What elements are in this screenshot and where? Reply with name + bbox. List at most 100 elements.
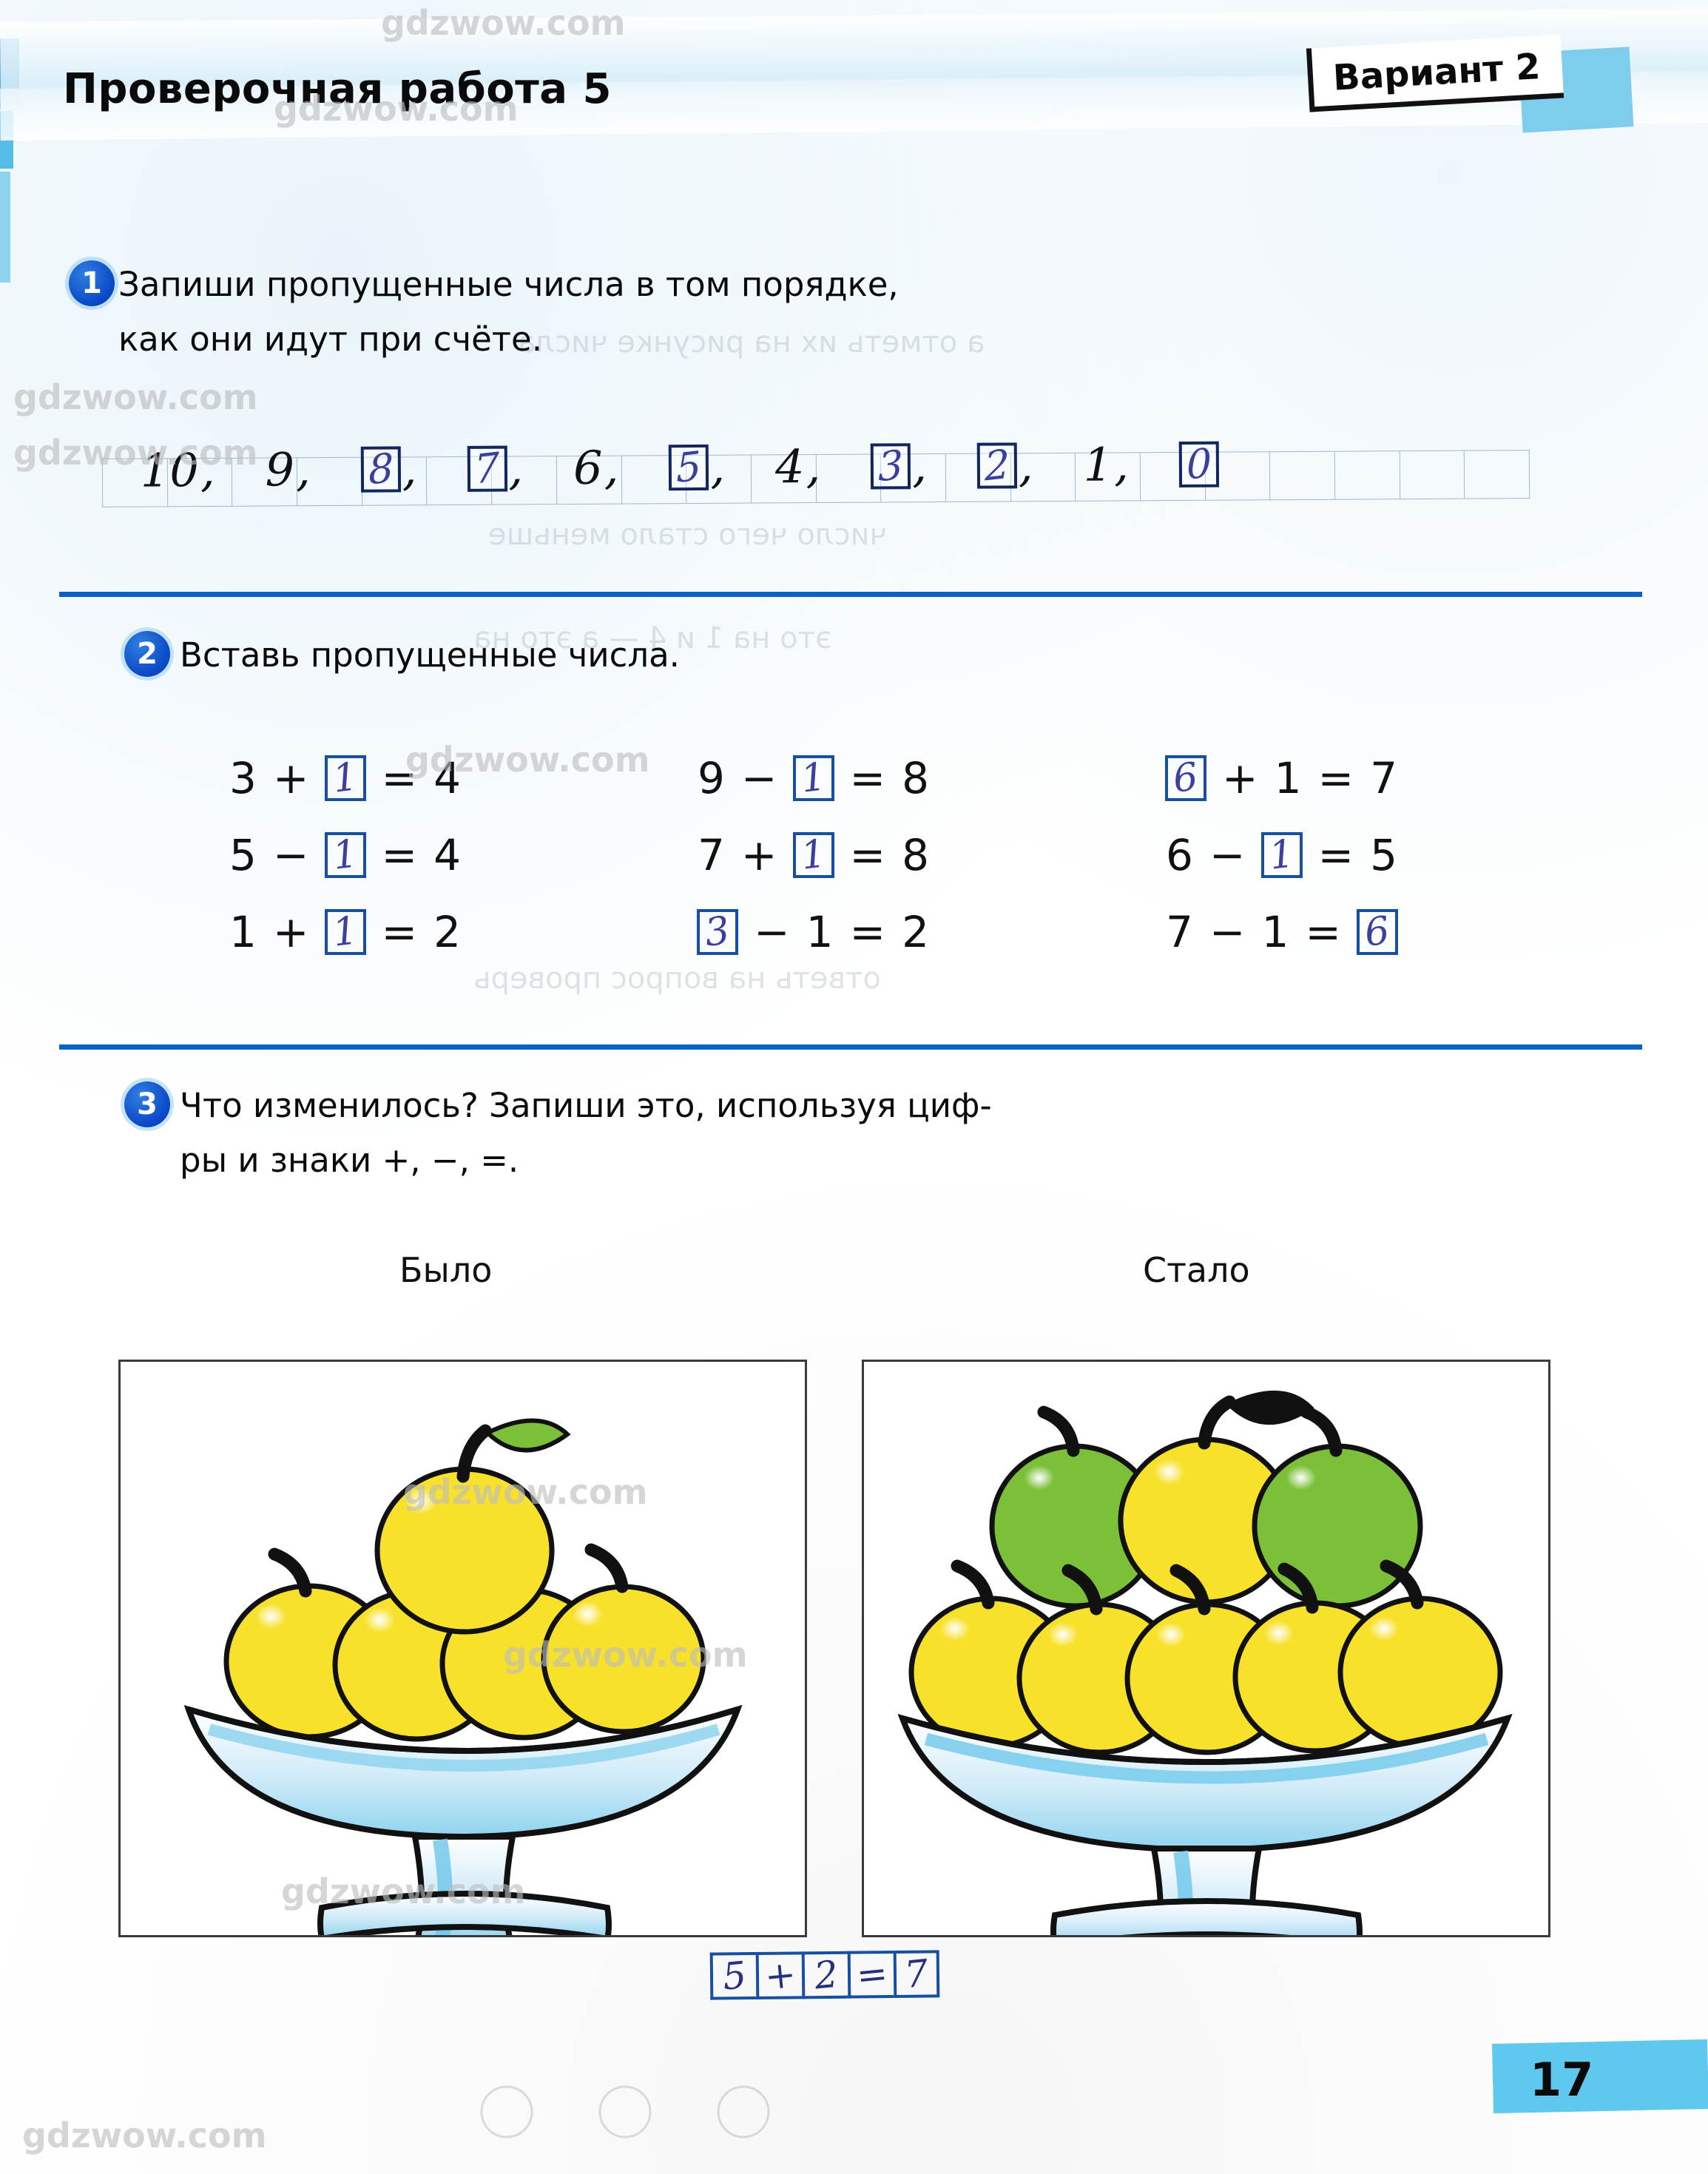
sequence-separator: , bbox=[200, 442, 215, 498]
answer-cell[interactable]: 7 bbox=[893, 1950, 940, 1999]
task-number-badge-1: 1 bbox=[69, 260, 115, 306]
sequence-item[interactable]: 6, bbox=[573, 440, 624, 496]
equation-result: 4 bbox=[433, 830, 462, 880]
handwritten-digit: 6 bbox=[1362, 908, 1393, 956]
equation-cell[interactable]: 6−1 = 5 bbox=[1047, 830, 1516, 880]
page-title: Проверочная работа 5 bbox=[63, 65, 612, 113]
handwritten-answer-box[interactable]: 5 bbox=[669, 442, 709, 492]
handwritten-digit: 1 bbox=[330, 755, 360, 802]
answer-cell[interactable]: = bbox=[847, 1951, 894, 1999]
equations-table[interactable]: 3 +1 = 4 9−1 = 8 6 +1 = 7 5−1 = 4 7 +1 = 8 6−1 = 5 1 +1 = 2 3−1 = 2… bbox=[111, 740, 1516, 970]
equation-answer-box[interactable]: 6 bbox=[1164, 755, 1206, 802]
equation-operand-b: 1 bbox=[1261, 907, 1289, 957]
handwritten-digit: 0 bbox=[1185, 439, 1212, 489]
equation-equals-sign: = bbox=[1317, 830, 1354, 880]
sequence-item[interactable]: 9, bbox=[265, 442, 315, 496]
sequence-cell[interactable] bbox=[1334, 450, 1400, 500]
handwritten-symbol: = bbox=[854, 1951, 890, 1998]
task-number-badge-3: 3 bbox=[124, 1081, 170, 1127]
sequence-values[interactable]: 10, 9, 8, 7, 6, 5, 4, 3, 2, 1, 0 bbox=[141, 437, 1265, 498]
equation-cell[interactable]: 1 +1 = 2 bbox=[111, 907, 579, 957]
equation-result: 4 bbox=[433, 753, 462, 803]
sequence-item[interactable]: 7, bbox=[467, 441, 527, 496]
sequence-item[interactable]: 4, bbox=[775, 439, 826, 493]
equation-answer-box[interactable]: 1 bbox=[1260, 831, 1303, 879]
sequence-item[interactable]: 3, bbox=[871, 439, 931, 493]
equation-cell[interactable]: 6 +1 = 7 bbox=[1047, 755, 1516, 802]
equation-operand-a: 3 bbox=[229, 753, 257, 803]
sequence-separator: , bbox=[1113, 437, 1130, 492]
equation-answer-box[interactable]: 1 bbox=[324, 908, 366, 956]
sequence-separator: , bbox=[1018, 438, 1033, 493]
equation-result: 8 bbox=[902, 753, 930, 803]
equation-operand-b: 1 bbox=[806, 907, 834, 957]
equation-equals-sign: = bbox=[1305, 907, 1342, 957]
sequence-item[interactable]: 8, bbox=[360, 442, 422, 496]
page-number: 17 bbox=[1530, 2053, 1594, 2107]
equation-equals-sign: = bbox=[381, 830, 418, 880]
equation-cell[interactable]: 7−1 = 6 bbox=[1047, 907, 1516, 957]
equation-cell[interactable]: 5−1 = 4 bbox=[111, 830, 579, 880]
equation-equals-sign: = bbox=[849, 830, 886, 880]
equation-row: 1 +1 = 2 3−1 = 2 7−1 = 6 bbox=[111, 894, 1516, 970]
equation-answer-box[interactable]: 1 bbox=[792, 831, 834, 879]
task-1-line-1: Запиши пропущенные числа в том порядке, bbox=[118, 265, 899, 304]
equation-answer-box[interactable]: 6 bbox=[1357, 908, 1399, 956]
task-3-line-1: Что изменилось? Запиши это, используя ци… bbox=[180, 1086, 992, 1125]
handwritten-digit: 6 bbox=[1170, 755, 1201, 802]
fruit-bowl-before-illustration bbox=[183, 1418, 743, 1951]
equation-answer-box[interactable]: 3 bbox=[696, 908, 738, 956]
sequence-cell[interactable] bbox=[1464, 450, 1530, 499]
sequence-separator: , bbox=[710, 439, 726, 494]
task-2-instruction: Вставь пропущенные числа. bbox=[180, 628, 680, 683]
sequence-cell[interactable] bbox=[1269, 450, 1335, 501]
equation-operator: − bbox=[1209, 907, 1246, 957]
caption-after: Стало bbox=[1143, 1250, 1250, 1290]
equation-cell[interactable]: 7 +1 = 8 bbox=[579, 830, 1047, 880]
picture-frame-after bbox=[862, 1360, 1550, 1961]
handwritten-digit: 8 bbox=[367, 444, 394, 494]
handwritten-answer-box[interactable]: 7 bbox=[467, 444, 507, 493]
variant-badge: Вариант 2 bbox=[1306, 34, 1634, 133]
answer-cell[interactable]: 5 bbox=[709, 1951, 757, 2000]
task-3-answer-strip[interactable]: 5 +2 = 7 bbox=[709, 1950, 940, 2000]
handwritten-digit: 1 bbox=[1266, 831, 1297, 879]
handwritten-answer-box[interactable]: 2 bbox=[976, 440, 1018, 490]
task-1-instruction: Запиши пропущенные числа в том порядке, … bbox=[118, 257, 899, 367]
sequence-item[interactable]: 10, bbox=[141, 442, 220, 498]
equation-answer-box[interactable]: 1 bbox=[792, 755, 834, 802]
equation-result: 2 bbox=[433, 907, 462, 957]
fruit-bowl-after-illustration bbox=[897, 1391, 1513, 1961]
equation-answer-box[interactable]: 1 bbox=[324, 831, 366, 879]
handwritten-digit: 1 bbox=[330, 831, 360, 879]
handwritten-symbol: 7 bbox=[902, 1951, 931, 1997]
equation-cell[interactable]: 3−1 = 2 bbox=[579, 907, 1047, 957]
task-2-line-1: Вставь пропущенные числа. bbox=[180, 635, 680, 675]
sequence-answer-strip[interactable]: 10, 9, 8, 7, 6, 5, 4, 3, 2, 1, 0 bbox=[101, 437, 1530, 507]
task-1-line-2: как они идут при счёте. bbox=[118, 320, 543, 359]
equation-cell[interactable]: 3 +1 = 4 bbox=[111, 753, 579, 803]
self-assessment-smileys[interactable] bbox=[473, 2079, 888, 2145]
sequence-separator: , bbox=[508, 441, 524, 496]
printed-digit: 6 bbox=[573, 440, 603, 496]
binding-tab-3 bbox=[0, 172, 10, 283]
equation-answer-box[interactable]: 1 bbox=[324, 755, 366, 802]
handwritten-answer-box[interactable]: 8 bbox=[360, 444, 401, 494]
sequence-item[interactable]: 2, bbox=[976, 438, 1038, 493]
equation-result: 2 bbox=[902, 907, 930, 957]
equation-operator: − bbox=[1209, 830, 1246, 880]
equation-operand-a: 5 bbox=[229, 830, 257, 880]
sequence-item[interactable]: 1, bbox=[1083, 437, 1133, 492]
answer-cell[interactable]: + bbox=[755, 1951, 803, 1999]
sequence-cell[interactable] bbox=[1399, 450, 1465, 500]
workbook-page: а отметь их на рисунке числа число чего … bbox=[0, 0, 1708, 2174]
equation-cell[interactable]: 9−1 = 8 bbox=[579, 753, 1047, 803]
handwritten-answer-box[interactable]: 0 bbox=[1178, 439, 1219, 489]
task-3-line-2: ры и знаки +, −, =. bbox=[180, 1141, 519, 1180]
handwritten-digit: 1 bbox=[798, 755, 828, 802]
watermark: gdzwow.com bbox=[22, 2116, 267, 2156]
handwritten-answer-box[interactable]: 3 bbox=[871, 441, 911, 490]
sequence-item[interactable]: 5, bbox=[669, 439, 729, 494]
answer-cell[interactable]: 2 bbox=[801, 1951, 848, 1999]
sequence-item[interactable]: 0 bbox=[1178, 439, 1219, 489]
